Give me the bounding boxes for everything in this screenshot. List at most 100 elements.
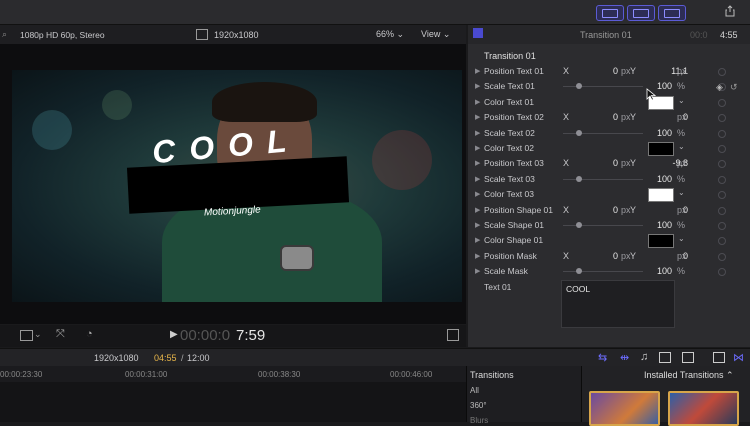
timeline-area[interactable] [0, 382, 466, 422]
reset-icon[interactable]: ↺ [730, 82, 738, 93]
slider-knob[interactable] [576, 222, 582, 228]
scale-slider[interactable] [563, 178, 643, 180]
param-row[interactable]: ▶ Position Text 02 X 0 px Y 0 px [468, 110, 750, 125]
chevron-down-icon[interactable]: ⌄ [678, 188, 685, 197]
disclosure-triangle-icon[interactable]: ▶ [475, 98, 480, 106]
chevron-down-icon[interactable]: ⌄ [34, 329, 42, 340]
param-row[interactable]: ▶ Scale Mask 100% [468, 264, 750, 279]
param-row[interactable]: ▶ Color Text 02 ⌄ [468, 141, 750, 156]
transition-thumbnail[interactable] [668, 391, 739, 426]
transitions-icon[interactable]: ⋈ [733, 351, 744, 364]
param-row[interactable]: ▶ Color Text 03 ⌄ [468, 187, 750, 203]
chevron-down-icon[interactable]: ⌄ [678, 96, 685, 105]
scale-slider[interactable] [563, 271, 643, 273]
keyframe-dot-icon[interactable] [718, 206, 726, 215]
param-row[interactable]: ▶ Position Text 01 X 0 px Y 11,1 px [468, 64, 750, 79]
keyframe-dot-icon[interactable] [718, 114, 726, 123]
keyframe-dot-icon[interactable] [718, 175, 726, 184]
scale-value[interactable]: 100 [648, 128, 672, 138]
slider-knob[interactable] [576, 83, 582, 90]
text-field[interactable]: COOL [561, 280, 675, 328]
search-icon[interactable]: ⌕ [2, 29, 7, 40]
crop-icon[interactable] [20, 330, 33, 341]
speed-icon[interactable]: ◔ [86, 328, 93, 340]
keyframe-dot-icon[interactable] [718, 160, 726, 169]
keyframe-dot-icon[interactable] [718, 145, 726, 153]
disclosure-triangle-icon[interactable]: ▶ [475, 82, 480, 90]
param-row[interactable]: ▶ Color Shape 01 ⌄ [468, 233, 750, 249]
slider-knob[interactable] [576, 268, 582, 275]
slider-knob[interactable] [576, 175, 582, 182]
color-swatch[interactable] [648, 234, 674, 249]
category-all[interactable]: All [470, 386, 479, 395]
disclosure-triangle-icon[interactable]: ▶ [475, 252, 480, 260]
disclosure-triangle-icon[interactable]: ▶ [475, 190, 480, 198]
chevron-down-icon[interactable]: ⌄ [678, 234, 685, 243]
param-row[interactable]: ▶ Position Shape 01 X 0 px Y 0 px [468, 203, 750, 218]
x-value[interactable]: 0 [588, 112, 618, 122]
scale-slider[interactable] [563, 86, 643, 88]
keyframe-dot-icon[interactable] [718, 222, 726, 230]
disclosure-triangle-icon[interactable]: ▶ [475, 206, 480, 214]
keyframe-dot-icon[interactable] [718, 191, 726, 200]
disclosure-triangle-icon[interactable]: ▶ [475, 129, 480, 137]
transition-thumbnail[interactable] [589, 391, 660, 426]
keyframe-dot-icon[interactable] [718, 252, 726, 261]
param-row[interactable]: ▶ Scale Text 02 100% [468, 126, 750, 141]
scale-value[interactable]: 100 [648, 266, 672, 276]
keyframe-dot-icon[interactable] [718, 268, 726, 277]
filmstrip-icon[interactable] [682, 352, 694, 363]
disclosure-triangle-icon[interactable]: ▶ [475, 175, 480, 183]
param-row[interactable]: ▶ Scale Text 01 100% [468, 79, 750, 94]
split-icon[interactable]: ⇆ [598, 351, 607, 364]
keyframe-dot-icon[interactable] [718, 237, 726, 246]
category-360[interactable]: 360° [470, 401, 487, 410]
keyframe-dot-icon[interactable] [718, 129, 726, 138]
chevron-down-icon[interactable]: ⌄ [678, 142, 685, 151]
keyframe-dot-icon[interactable] [718, 98, 726, 107]
fullscreen-icon[interactable] [447, 329, 459, 341]
x-value[interactable]: 0 [588, 251, 618, 261]
color-swatch[interactable] [648, 188, 674, 203]
scale-slider[interactable] [563, 225, 643, 226]
x-value[interactable]: 0 [588, 205, 618, 215]
share-icon[interactable] [724, 5, 736, 17]
scale-value[interactable]: 100 [648, 220, 672, 230]
disclosure-triangle-icon[interactable]: ▶ [475, 221, 480, 229]
param-row[interactable]: ▶ Scale Shape 01 100% [468, 218, 750, 233]
play-icon[interactable]: ▶ [170, 329, 178, 340]
x-value[interactable]: 0 [588, 66, 618, 76]
headphones-icon[interactable]: ♫ [640, 351, 648, 363]
param-row[interactable]: ▶ Position Mask X 0 px Y 0 px [468, 249, 750, 264]
scale-slider[interactable] [563, 132, 643, 134]
clip-appearance-icon[interactable] [659, 352, 671, 363]
audio-icon[interactable]: ⇹ [620, 351, 629, 364]
transform-icon[interactable]: ⤧ [56, 328, 65, 341]
param-row[interactable]: ▶ Position Text 03 X 0 px Y -9,8 px [468, 156, 750, 171]
disclosure-triangle-icon[interactable]: ▶ [475, 159, 480, 167]
category-blurs[interactable]: Blurs [470, 416, 488, 425]
video-frame[interactable]: COOL Motionjungle [12, 70, 462, 302]
keyframe-icon[interactable]: ◈ [716, 82, 723, 93]
scale-value[interactable]: 100 [648, 174, 672, 184]
slider-knob[interactable] [576, 129, 582, 136]
view-menu[interactable]: View ⌄ [421, 29, 450, 40]
disclosure-triangle-icon[interactable]: ▶ [475, 236, 480, 244]
inspector-time: 4:55 [720, 30, 738, 40]
param-label: Color Shape 01 [484, 235, 544, 246]
filmstrip-icon[interactable] [627, 5, 655, 21]
x-value[interactable]: 0 [588, 158, 618, 168]
installed-transitions-select[interactable]: Installed Transitions ⌃ [644, 370, 734, 381]
disclosure-triangle-icon[interactable]: ▶ [475, 267, 480, 275]
disclosure-triangle-icon[interactable]: ▶ [475, 113, 480, 121]
sliders-icon[interactable] [658, 5, 686, 21]
color-swatch[interactable] [648, 142, 674, 156]
zoom-select[interactable]: 66% ⌄ [376, 29, 404, 40]
disclosure-triangle-icon[interactable]: ▶ [475, 144, 480, 152]
param-row[interactable]: ▶ Scale Text 03 100% [468, 172, 750, 187]
grid-icon[interactable] [596, 5, 624, 21]
disclosure-triangle-icon[interactable]: ▶ [475, 67, 480, 75]
keyframe-dot-icon[interactable] [718, 68, 726, 76]
browser-icon[interactable] [713, 352, 725, 363]
param-row[interactable]: ▶ Color Text 01 ⌄ [468, 95, 750, 110]
